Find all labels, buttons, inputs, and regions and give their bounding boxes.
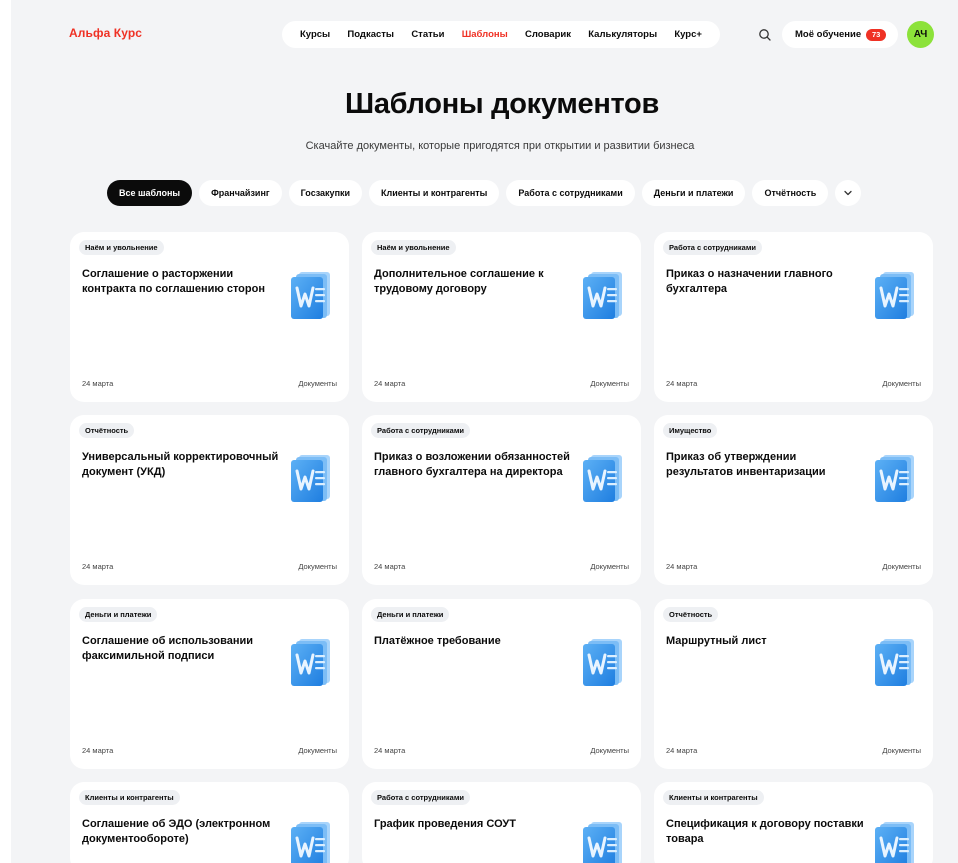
filter-public-procurement[interactable]: Госзакупки (288, 180, 363, 206)
card-type: Документы (882, 562, 921, 571)
template-card[interactable]: Работа с сотрудниками Приказ о назначении… (654, 232, 933, 402)
nav-item-articles[interactable]: Статьи (411, 29, 444, 40)
my-learning-label: Моё обучение (795, 29, 862, 40)
category-tag[interactable]: Клиенты и контрагенты (663, 790, 764, 805)
chevron-down-icon (844, 190, 852, 196)
category-tag[interactable]: Имущество (663, 423, 718, 438)
filter-reporting[interactable]: Отчётность (752, 180, 829, 206)
category-tag[interactable]: Работа с сотрудниками (371, 790, 470, 805)
card-title[interactable]: Платёжное требование (374, 634, 574, 649)
template-card[interactable]: Деньги и платежи Соглашение об использова… (70, 599, 349, 769)
card-type: Документы (298, 746, 337, 755)
category-filters: Все шаблоны Франчайзинг Госзакупки Клиен… (107, 180, 862, 206)
card-title[interactable]: Приказ об утверждении результатов инвент… (666, 450, 866, 479)
card-type: Документы (882, 379, 921, 388)
card-date: 24 марта (374, 562, 406, 571)
card-title[interactable]: Спецификация к договору поставки товара (666, 817, 866, 846)
template-card[interactable]: Наём и увольнение Дополнительное соглашен… (362, 232, 641, 402)
card-date: 24 марта (374, 379, 406, 388)
card-type: Документы (590, 562, 629, 571)
template-card[interactable]: Деньги и платежи Платёжное требование 24 … (362, 599, 641, 769)
category-tag[interactable]: Работа с сотрудниками (663, 240, 762, 255)
category-tag[interactable]: Отчётность (663, 607, 719, 622)
category-tag[interactable]: Работа с сотрудниками (371, 423, 470, 438)
filter-all-templates[interactable]: Все шаблоны (107, 180, 193, 206)
word-document-icon (287, 270, 333, 322)
template-card[interactable]: Имущество Приказ об утверждении результат… (654, 415, 933, 585)
search-icon[interactable] (757, 27, 773, 43)
page-subtitle: Скачайте документы, которые пригодятся п… (305, 140, 695, 152)
card-type: Документы (590, 746, 629, 755)
nav-item-templates[interactable]: Шаблоны (462, 29, 508, 40)
page-title: Шаблоны документов (345, 88, 659, 120)
template-card[interactable]: Наём и увольнение Соглашение о расторжени… (70, 232, 349, 402)
word-document-icon (579, 637, 625, 689)
avatar[interactable]: АЧ (907, 21, 934, 48)
template-card[interactable]: Отчётность Маршрутный лист 24 марта Докуме… (654, 599, 933, 769)
word-document-icon (579, 820, 625, 863)
card-title[interactable]: Маршрутный лист (666, 634, 866, 649)
card-date: 24 марта (374, 746, 406, 755)
card-date: 24 марта (666, 562, 698, 571)
card-date: 24 марта (666, 379, 698, 388)
nav-item-podcasts[interactable]: Подкасты (347, 29, 394, 40)
word-document-icon (579, 270, 625, 322)
word-document-icon (287, 820, 333, 863)
word-document-icon (871, 637, 917, 689)
card-title[interactable]: Соглашение об использовании факсимильной… (82, 634, 282, 663)
card-title[interactable]: Универсальный корректировочный документ … (82, 450, 282, 479)
word-document-icon (579, 453, 625, 505)
word-document-icon (871, 270, 917, 322)
filter-clients[interactable]: Клиенты и контрагенты (369, 180, 500, 206)
template-card[interactable]: Работа с сотрудниками График проведения С… (362, 782, 641, 863)
template-card[interactable]: Отчётность Универсальный корректировочный… (70, 415, 349, 585)
card-type: Документы (298, 562, 337, 571)
card-date: 24 марта (82, 562, 114, 571)
word-document-icon (871, 453, 917, 505)
category-tag[interactable]: Наём и увольнение (371, 240, 456, 255)
category-tag[interactable]: Отчётность (79, 423, 135, 438)
more-filters-button[interactable] (835, 180, 862, 206)
template-card[interactable]: Работа с сотрудниками Приказ о возложении… (362, 415, 641, 585)
card-type: Документы (590, 379, 629, 388)
card-title[interactable]: Дополнительное соглашение к трудовому до… (374, 267, 574, 296)
filter-employees[interactable]: Работа с сотрудниками (506, 180, 635, 206)
category-tag[interactable]: Клиенты и контрагенты (79, 790, 180, 805)
template-card[interactable]: Клиенты и контрагенты Соглашение об ЭДО (… (70, 782, 349, 863)
card-date: 24 марта (666, 746, 698, 755)
nav-item-kurs-plus[interactable]: Курс+ (674, 29, 702, 40)
card-title[interactable]: Приказ о возложении обязанностей главног… (374, 450, 574, 479)
main-nav: Курсы Подкасты Статьи Шаблоны Словарик К… (282, 21, 720, 48)
category-tag[interactable]: Наём и увольнение (79, 240, 164, 255)
card-date: 24 марта (82, 746, 114, 755)
category-tag[interactable]: Деньги и платежи (371, 607, 450, 622)
my-learning-button[interactable]: Моё обучение 73 (782, 21, 898, 48)
word-document-icon (871, 820, 917, 863)
card-type: Документы (882, 746, 921, 755)
nav-item-courses[interactable]: Курсы (300, 29, 330, 40)
word-document-icon (287, 637, 333, 689)
filter-franchising[interactable]: Франчайзинг (199, 180, 282, 206)
filter-money[interactable]: Деньги и платежи (641, 180, 746, 206)
word-document-icon (287, 453, 333, 505)
nav-item-glossary[interactable]: Словарик (525, 29, 571, 40)
template-card[interactable]: Клиенты и контрагенты Спецификация к дого… (654, 782, 933, 863)
logo[interactable]: Альфа Курс (69, 26, 142, 40)
card-title[interactable]: Соглашение об ЭДО (электронном документо… (82, 817, 282, 846)
nav-item-calculators[interactable]: Калькуляторы (588, 29, 657, 40)
card-title[interactable]: График проведения СОУТ (374, 817, 574, 832)
card-title[interactable]: Приказ о назначении главного бухгалтера (666, 267, 866, 296)
card-type: Документы (298, 379, 337, 388)
notification-badge: 73 (866, 28, 887, 41)
category-tag[interactable]: Деньги и платежи (79, 607, 158, 622)
card-title[interactable]: Соглашение о расторжении контракта по со… (82, 267, 282, 296)
card-date: 24 марта (82, 379, 114, 388)
